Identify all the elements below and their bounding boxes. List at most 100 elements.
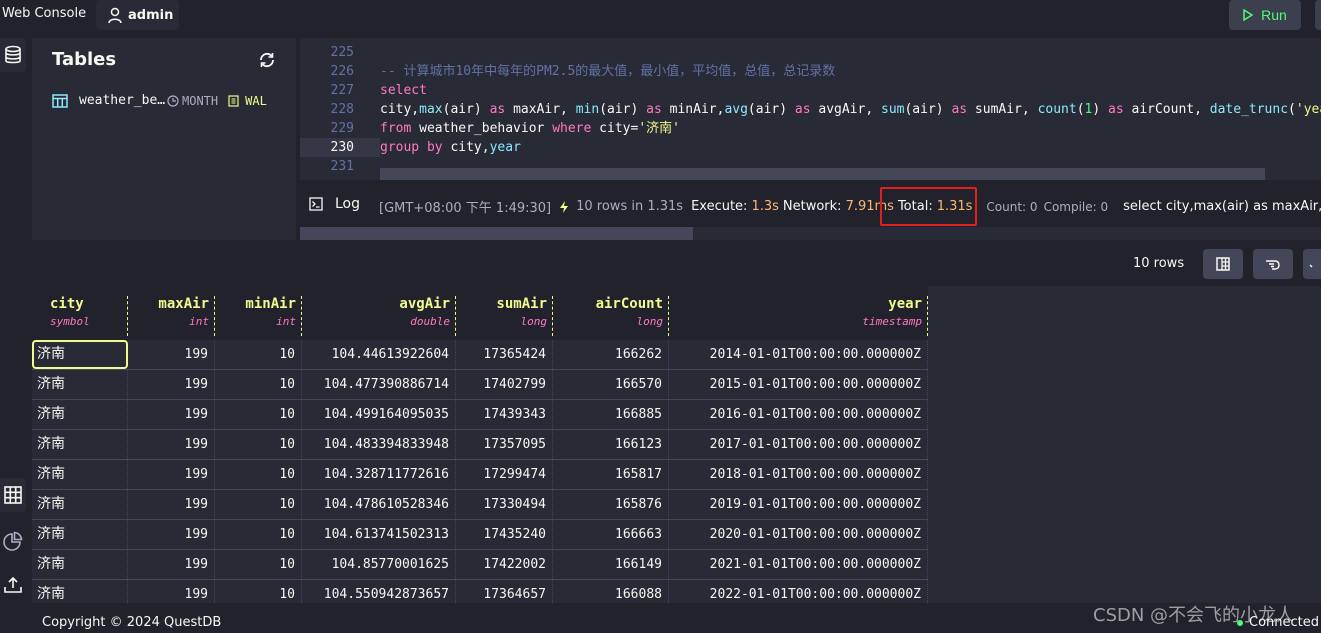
cell-avgAir[interactable]: 104.613741502313 [302, 520, 456, 549]
overflow-button[interactable] [1315, 0, 1321, 30]
shuffle-columns-button[interactable] [1253, 249, 1293, 279]
cell-city[interactable]: 济南 [32, 490, 128, 519]
cell-minAir[interactable]: 10 [215, 460, 302, 489]
cell-sumAir[interactable]: 17364657 [456, 580, 553, 603]
rail-tables-button[interactable] [0, 38, 26, 72]
download-button[interactable] [1303, 249, 1321, 279]
cell-sumAir[interactable]: 17435240 [456, 520, 553, 549]
editor-line[interactable]: 227 select [300, 81, 1321, 100]
cell-year[interactable]: 2020-01-01T00:00:00.000000Z [669, 520, 928, 549]
cell-maxAir[interactable]: 199 [128, 460, 215, 489]
column-header-year[interactable]: year timestamp [669, 296, 928, 336]
cell-avgAir[interactable]: 104.328711772616 [302, 460, 456, 489]
sql-editor[interactable]: 225 226 -- 计算城市10年中每年的PM2.5的最大值，最小值，平均值，总值… [300, 38, 1321, 180]
cell-avgAir[interactable]: 104.85770001625 [302, 550, 456, 579]
cell-minAir[interactable]: 10 [215, 550, 302, 579]
cell-sumAir[interactable]: 17439343 [456, 400, 553, 429]
cell-avgAir[interactable]: 104.483394833948 [302, 430, 456, 459]
table-row[interactable]: 济南 199 10 104.613741502313 17435240 166663 202… [32, 520, 928, 550]
table-list-item[interactable]: weather_be… MONTH WAL [52, 93, 267, 108]
cell-sumAir[interactable]: 17299474 [456, 460, 553, 489]
cell-city[interactable]: 济南 [32, 340, 128, 369]
cell-maxAir[interactable]: 199 [128, 490, 215, 519]
cell-minAir[interactable]: 10 [215, 520, 302, 549]
table-row[interactable]: 济南 199 10 104.477390886714 17402799 166570 201… [32, 370, 928, 400]
column-header-city[interactable]: city symbol [32, 296, 128, 336]
cell-sumAir[interactable]: 17365424 [456, 340, 553, 369]
editor-scrollbar[interactable] [380, 168, 1265, 180]
cell-minAir[interactable]: 10 [215, 340, 302, 369]
cell-sumAir[interactable]: 17330494 [456, 490, 553, 519]
cell-maxAir[interactable]: 199 [128, 550, 215, 579]
editor-line[interactable]: 226 -- 计算城市10年中每年的PM2.5的最大值，最小值，平均值，总值，总记… [300, 62, 1321, 81]
cell-minAir[interactable]: 10 [215, 490, 302, 519]
cell-city[interactable]: 济南 [32, 400, 128, 429]
cell-minAir[interactable]: 10 [215, 370, 302, 399]
cell-sumAir[interactable]: 17402799 [456, 370, 553, 399]
cell-minAir[interactable]: 10 [215, 400, 302, 429]
refresh-icon[interactable] [258, 51, 276, 69]
table-row[interactable]: 济南 199 10 104.328711772616 17299474 165817 201… [32, 460, 928, 490]
cell-avgAir[interactable]: 104.478610528346 [302, 490, 456, 519]
cell-maxAir[interactable]: 199 [128, 340, 215, 369]
cell-city[interactable]: 济南 [32, 430, 128, 459]
cell-city[interactable]: 济南 [32, 460, 128, 489]
editor-line[interactable]: 225 [300, 43, 1321, 62]
cell-maxAir[interactable]: 199 [128, 370, 215, 399]
rail-import-button[interactable] [0, 568, 26, 602]
cell-airCount[interactable]: 165876 [553, 490, 669, 519]
cell-year[interactable]: 2018-01-01T00:00:00.000000Z [669, 460, 928, 489]
cell-airCount[interactable]: 166123 [553, 430, 669, 459]
freeze-columns-button[interactable] [1203, 249, 1243, 279]
cell-airCount[interactable]: 166885 [553, 400, 669, 429]
user-menu[interactable]: admin [96, 0, 179, 30]
column-header-maxAir[interactable]: maxAir int [128, 296, 215, 336]
cell-year[interactable]: 2019-01-01T00:00:00.000000Z [669, 490, 928, 519]
cell-minAir[interactable]: 10 [215, 430, 302, 459]
cell-sumAir[interactable]: 17357095 [456, 430, 553, 459]
column-header-sumAir[interactable]: sumAir long [456, 296, 553, 336]
table-row[interactable]: 济南 199 10 104.550942873657 17364657 166088 202… [32, 580, 928, 603]
run-button[interactable]: Run [1229, 0, 1301, 30]
cell-year[interactable]: 2021-01-01T00:00:00.000000Z [669, 550, 928, 579]
cell-avgAir[interactable]: 104.44613922604 [302, 340, 456, 369]
cell-year[interactable]: 2015-01-01T00:00:00.000000Z [669, 370, 928, 399]
cell-city[interactable]: 济南 [32, 370, 128, 399]
rail-grid-button[interactable] [0, 478, 26, 512]
cell-airCount[interactable]: 166262 [553, 340, 669, 369]
cell-sumAir[interactable]: 17422002 [456, 550, 553, 579]
cell-avgAir[interactable]: 104.550942873657 [302, 580, 456, 603]
cell-city[interactable]: 济南 [32, 550, 128, 579]
cell-airCount[interactable]: 165817 [553, 460, 669, 489]
cell-avgAir[interactable]: 104.477390886714 [302, 370, 456, 399]
table-row[interactable]: 济南 199 10 104.85770001625 17422002 166149 2021… [32, 550, 928, 580]
cell-year[interactable]: 2017-01-01T00:00:00.000000Z [669, 430, 928, 459]
cell-maxAir[interactable]: 199 [128, 520, 215, 549]
cell-airCount[interactable]: 166149 [553, 550, 669, 579]
cell-city[interactable]: 济南 [32, 580, 128, 603]
editor-line[interactable]: 228 city,max(air) as maxAir, min(air) as … [300, 100, 1321, 119]
cell-year[interactable]: 2022-01-01T00:00:00.000000Z [669, 580, 928, 603]
column-header-airCount[interactable]: airCount long [553, 296, 669, 336]
cell-minAir[interactable]: 10 [215, 580, 302, 603]
column-header-minAir[interactable]: minAir int [215, 296, 302, 336]
cell-city[interactable]: 济南 [32, 520, 128, 549]
editor-line[interactable]: 230 group by city,year [300, 138, 1321, 157]
column-header-avgAir[interactable]: avgAir double [302, 296, 456, 336]
cell-airCount[interactable]: 166088 [553, 580, 669, 603]
cell-year[interactable]: 2014-01-01T00:00:00.000000Z [669, 340, 928, 369]
cell-airCount[interactable]: 166570 [553, 370, 669, 399]
log-scrollbar-thumb[interactable] [300, 227, 693, 240]
table-row[interactable]: 济南 199 10 104.478610528346 17330494 165876 201… [32, 490, 928, 520]
table-row[interactable]: 济南 199 10 104.44613922604 17365424 166262 2014… [32, 340, 928, 370]
cell-maxAir[interactable]: 199 [128, 430, 215, 459]
cell-avgAir[interactable]: 104.499164095035 [302, 400, 456, 429]
cell-maxAir[interactable]: 199 [128, 400, 215, 429]
editor-line[interactable]: 229 from weather_behavior where city='济南' [300, 119, 1321, 138]
cell-airCount[interactable]: 166663 [553, 520, 669, 549]
rail-chart-button[interactable] [0, 524, 26, 558]
table-row[interactable]: 济南 199 10 104.483394833948 17357095 166123 201… [32, 430, 928, 460]
cell-year[interactable]: 2016-01-01T00:00:00.000000Z [669, 400, 928, 429]
table-row[interactable]: 济南 199 10 104.499164095035 17439343 166885 201… [32, 400, 928, 430]
cell-maxAir[interactable]: 199 [128, 580, 215, 603]
